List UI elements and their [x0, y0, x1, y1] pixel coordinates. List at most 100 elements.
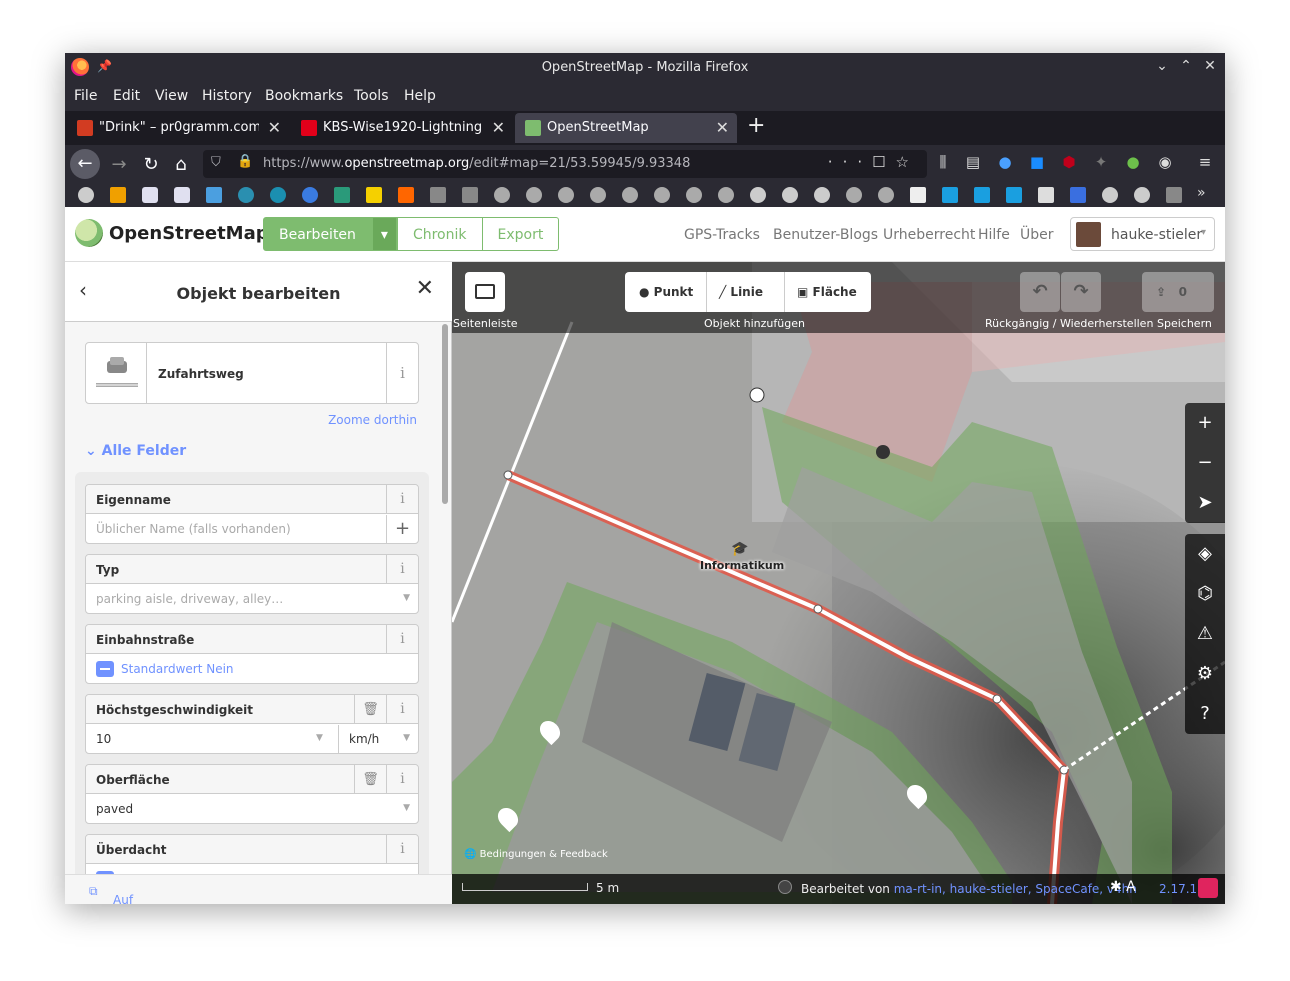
bookmark-globe-icon[interactable] — [750, 187, 766, 203]
nav-gps-tracks[interactable]: GPS-Tracks — [684, 227, 760, 243]
back-button[interactable]: ← — [70, 149, 100, 179]
ublock-icon[interactable]: ⬢ — [1059, 153, 1079, 171]
extension-s2-icon[interactable]: ■ — [1027, 153, 1047, 171]
menu-tools[interactable]: Tools — [354, 88, 389, 104]
info-icon[interactable]: i — [386, 343, 418, 403]
preferences-icon[interactable]: ⚙ — [1185, 654, 1225, 694]
bookmark-globe-icon[interactable] — [1102, 187, 1118, 203]
bookmark-github-icon[interactable] — [622, 187, 638, 203]
bookmark-chart-icon[interactable] — [110, 187, 126, 203]
close-tab-icon[interactable]: ✕ — [716, 118, 729, 137]
chevron-down-icon[interactable]: ▼ — [316, 733, 323, 743]
bookmark-github-icon[interactable] — [590, 187, 606, 203]
forward-button[interactable]: → — [105, 151, 133, 179]
zoom-out-icon[interactable]: − — [1185, 443, 1225, 483]
menu-edit[interactable]: Edit — [113, 88, 140, 104]
trash-icon[interactable]: 🗑 — [354, 765, 386, 794]
map-data-icon[interactable]: ⌬ — [1185, 574, 1225, 614]
edit-button[interactable]: Bearbeiten — [263, 217, 372, 251]
help-icon[interactable]: ? — [1185, 694, 1225, 734]
terms-link[interactable]: 🌐 Bedingungen & Feedback — [464, 849, 608, 860]
school-icon[interactable]: 🎓 — [731, 541, 748, 557]
bookmark-c-icon[interactable] — [366, 187, 382, 203]
info-icon[interactable]: i — [386, 835, 418, 864]
trash-icon[interactable]: 🗑 — [354, 695, 386, 724]
menu-bookmarks[interactable]: Bookmarks — [265, 88, 343, 104]
bookmark-github-icon[interactable] — [558, 187, 574, 203]
bookmark-github-icon[interactable] — [846, 187, 862, 203]
url-bar[interactable]: ⛉ 🔒 https://www.openstreetmap.org/edit#m… — [203, 150, 927, 178]
type-combo[interactable]: parking aisle, driveway, alley… — [96, 592, 283, 606]
view-on-osm-link[interactable]: ⧉ Auf openstreetmap.org ansehen — [89, 884, 133, 904]
zoom-in-icon[interactable]: + — [1185, 403, 1225, 443]
tab-pr0gramm[interactable]: "Drink" – pr0gramm.com – ✕ — [67, 113, 289, 143]
menu-file[interactable]: File — [74, 88, 97, 104]
sidebar-scrollbar[interactable] — [442, 324, 448, 504]
bookmark-icon[interactable] — [1038, 187, 1054, 203]
bookmark-d-icon[interactable] — [974, 187, 990, 203]
tab-kbs[interactable]: KBS-Wise1920-Lightning-T ✕ — [291, 113, 513, 143]
surface-combo[interactable]: paved — [96, 802, 133, 816]
info-icon[interactable]: i — [386, 695, 418, 724]
close-tab-icon[interactable]: ✕ — [492, 118, 505, 137]
library-icon[interactable]: ⫼ — [933, 153, 953, 171]
issues-icon[interactable]: ⚠ — [1185, 614, 1225, 654]
undo-button[interactable]: ↶ — [1020, 272, 1060, 312]
geolocate-icon[interactable]: ➤ — [1185, 483, 1225, 523]
add-area-button[interactable]: ▣ Fläche — [785, 272, 871, 312]
close-tab-icon[interactable]: ✕ — [268, 118, 281, 137]
edit-dropdown-icon[interactable]: ▾ — [371, 217, 397, 251]
redo-button[interactable]: ↷ — [1061, 272, 1101, 312]
user-menu[interactable]: hauke-stieler ▾ — [1070, 217, 1215, 251]
map-canvas[interactable]: Informatikum 🎓 Seitenleiste ● Punkt ╱ Li… — [452, 262, 1225, 904]
add-point-button[interactable]: ● Punkt — [625, 272, 707, 312]
nav-help[interactable]: Hilfe — [978, 227, 1010, 243]
reload-button[interactable]: ↻ — [137, 151, 165, 179]
version-label[interactable]: 2.17.1 — [1159, 882, 1197, 896]
layers-icon[interactable]: ◈ — [1185, 534, 1225, 574]
gift-icon[interactable] — [1198, 878, 1218, 898]
sidebar-toggle-button[interactable] — [465, 272, 505, 312]
bookmark-folder-icon[interactable] — [430, 187, 446, 203]
extension-icon[interactable]: ✦ — [1091, 153, 1111, 171]
nav-copyright[interactable]: Urheberrecht — [883, 227, 975, 243]
home-button[interactable]: ⌂ — [167, 151, 195, 179]
bookmark-globe-icon[interactable] — [814, 187, 830, 203]
bookmark-dice-icon[interactable] — [910, 187, 926, 203]
bookmark-d-icon[interactable] — [1006, 187, 1022, 203]
info-icon[interactable]: i — [386, 555, 418, 584]
bookmark-icon[interactable] — [142, 187, 158, 203]
bookmark-icon[interactable] — [174, 187, 190, 203]
nav-about[interactable]: Über — [1020, 227, 1054, 243]
bookmark-github-icon[interactable] — [686, 187, 702, 203]
minimize-icon[interactable]: ⌄ — [1154, 58, 1170, 74]
bookmark-github-icon[interactable] — [654, 187, 670, 203]
bookmark-icon[interactable] — [270, 187, 286, 203]
info-icon[interactable]: i — [386, 765, 418, 794]
bookmark-icon[interactable] — [302, 187, 318, 203]
info-icon[interactable]: i — [386, 625, 418, 654]
bookmark-github-icon[interactable] — [878, 187, 894, 203]
feature-label[interactable]: Informatikum — [700, 559, 784, 572]
extension-green-icon[interactable]: ● — [1123, 153, 1143, 171]
info-icon[interactable]: i — [386, 485, 418, 514]
lock-icon[interactable]: 🔒 — [237, 154, 253, 169]
bookmark-sage-icon[interactable] — [334, 187, 350, 203]
maxspeed-input[interactable]: 10 — [96, 732, 111, 746]
maximize-icon[interactable]: ⌃ — [1178, 58, 1194, 74]
history-button[interactable]: Chronik — [396, 217, 483, 251]
menu-view[interactable]: View — [155, 88, 188, 104]
close-window-icon[interactable]: ✕ — [1202, 58, 1218, 74]
chevron-down-icon[interactable]: ▼ — [403, 803, 410, 813]
oneway-value[interactable]: Standardwert Nein — [121, 662, 234, 676]
osm-logo-icon[interactable] — [75, 219, 103, 247]
osm-brand[interactable]: OpenStreetMap — [109, 223, 269, 244]
chevron-down-icon[interactable]: ▼ — [403, 733, 410, 743]
bookmark-github-icon[interactable] — [494, 187, 510, 203]
save-button[interactable]: ⇪ 0 — [1142, 272, 1214, 312]
bookmark-y-icon[interactable] — [398, 187, 414, 203]
hamburger-menu-icon[interactable]: ≡ — [1195, 153, 1215, 171]
bookmark-github-icon[interactable] — [718, 187, 734, 203]
bookmark-folder-icon[interactable] — [462, 187, 478, 203]
bookmark-icon[interactable] — [1070, 187, 1086, 203]
